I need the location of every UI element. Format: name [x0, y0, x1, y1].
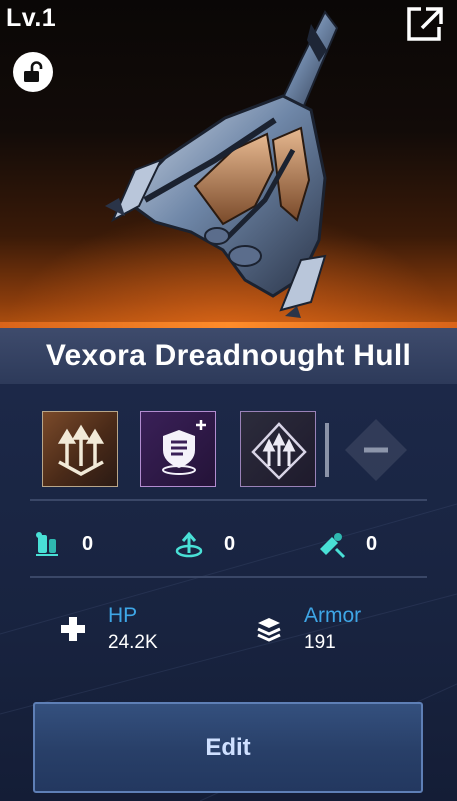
edit-button[interactable]: Edit — [33, 702, 423, 793]
ship-preview: Lv.1 — [0, 0, 457, 328]
armor-layers-icon — [257, 618, 281, 642]
skill-shield-boost[interactable] — [140, 411, 216, 487]
unlock-icon[interactable] — [13, 52, 53, 92]
expand-icon[interactable] — [404, 4, 446, 44]
hp-value: 24.2K — [108, 632, 158, 653]
hp-label: HP — [108, 604, 138, 627]
level-label: Lv.1 — [6, 4, 57, 32]
stat-upgrade: 0 — [172, 524, 235, 564]
ship-image — [105, 10, 339, 318]
stat-repair: 0 — [314, 524, 377, 564]
upgrade-icon — [175, 531, 203, 558]
skill-slots — [40, 411, 420, 487]
slot-separator — [325, 423, 329, 477]
cross-icon — [61, 617, 85, 641]
armor-value: 191 — [304, 632, 336, 653]
ammo-icon — [36, 532, 58, 556]
stat-value: 0 — [82, 532, 94, 555]
edit-button-label: Edit — [205, 733, 251, 761]
stat-ammo: 0 — [30, 524, 93, 564]
attribute-armor: Armor 191 — [254, 604, 361, 654]
details-panel: 0 0 0 HP 24.2K Armor 191 Edit — [0, 384, 457, 801]
stat-value: 0 — [366, 532, 378, 555]
divider — [30, 499, 427, 501]
ship-name: Vexora Dreadnought Hull — [45, 339, 412, 372]
divider — [30, 576, 427, 578]
skill-triple-arrows[interactable] — [42, 411, 118, 487]
arrow-emblem-icon — [251, 422, 307, 480]
attribute-hp: HP 24.2K — [58, 604, 158, 654]
armor-label: Armor — [304, 604, 362, 627]
stat-value: 0 — [224, 532, 236, 555]
skill-arrow-emblem[interactable] — [240, 411, 316, 487]
triple-arrows-icon — [57, 424, 105, 476]
title-bar: Vexora Dreadnought Hull — [0, 328, 457, 384]
repair-icon — [320, 533, 346, 559]
shield-plus-icon — [162, 420, 206, 475]
empty-slot-minus-icon[interactable] — [343, 417, 409, 483]
